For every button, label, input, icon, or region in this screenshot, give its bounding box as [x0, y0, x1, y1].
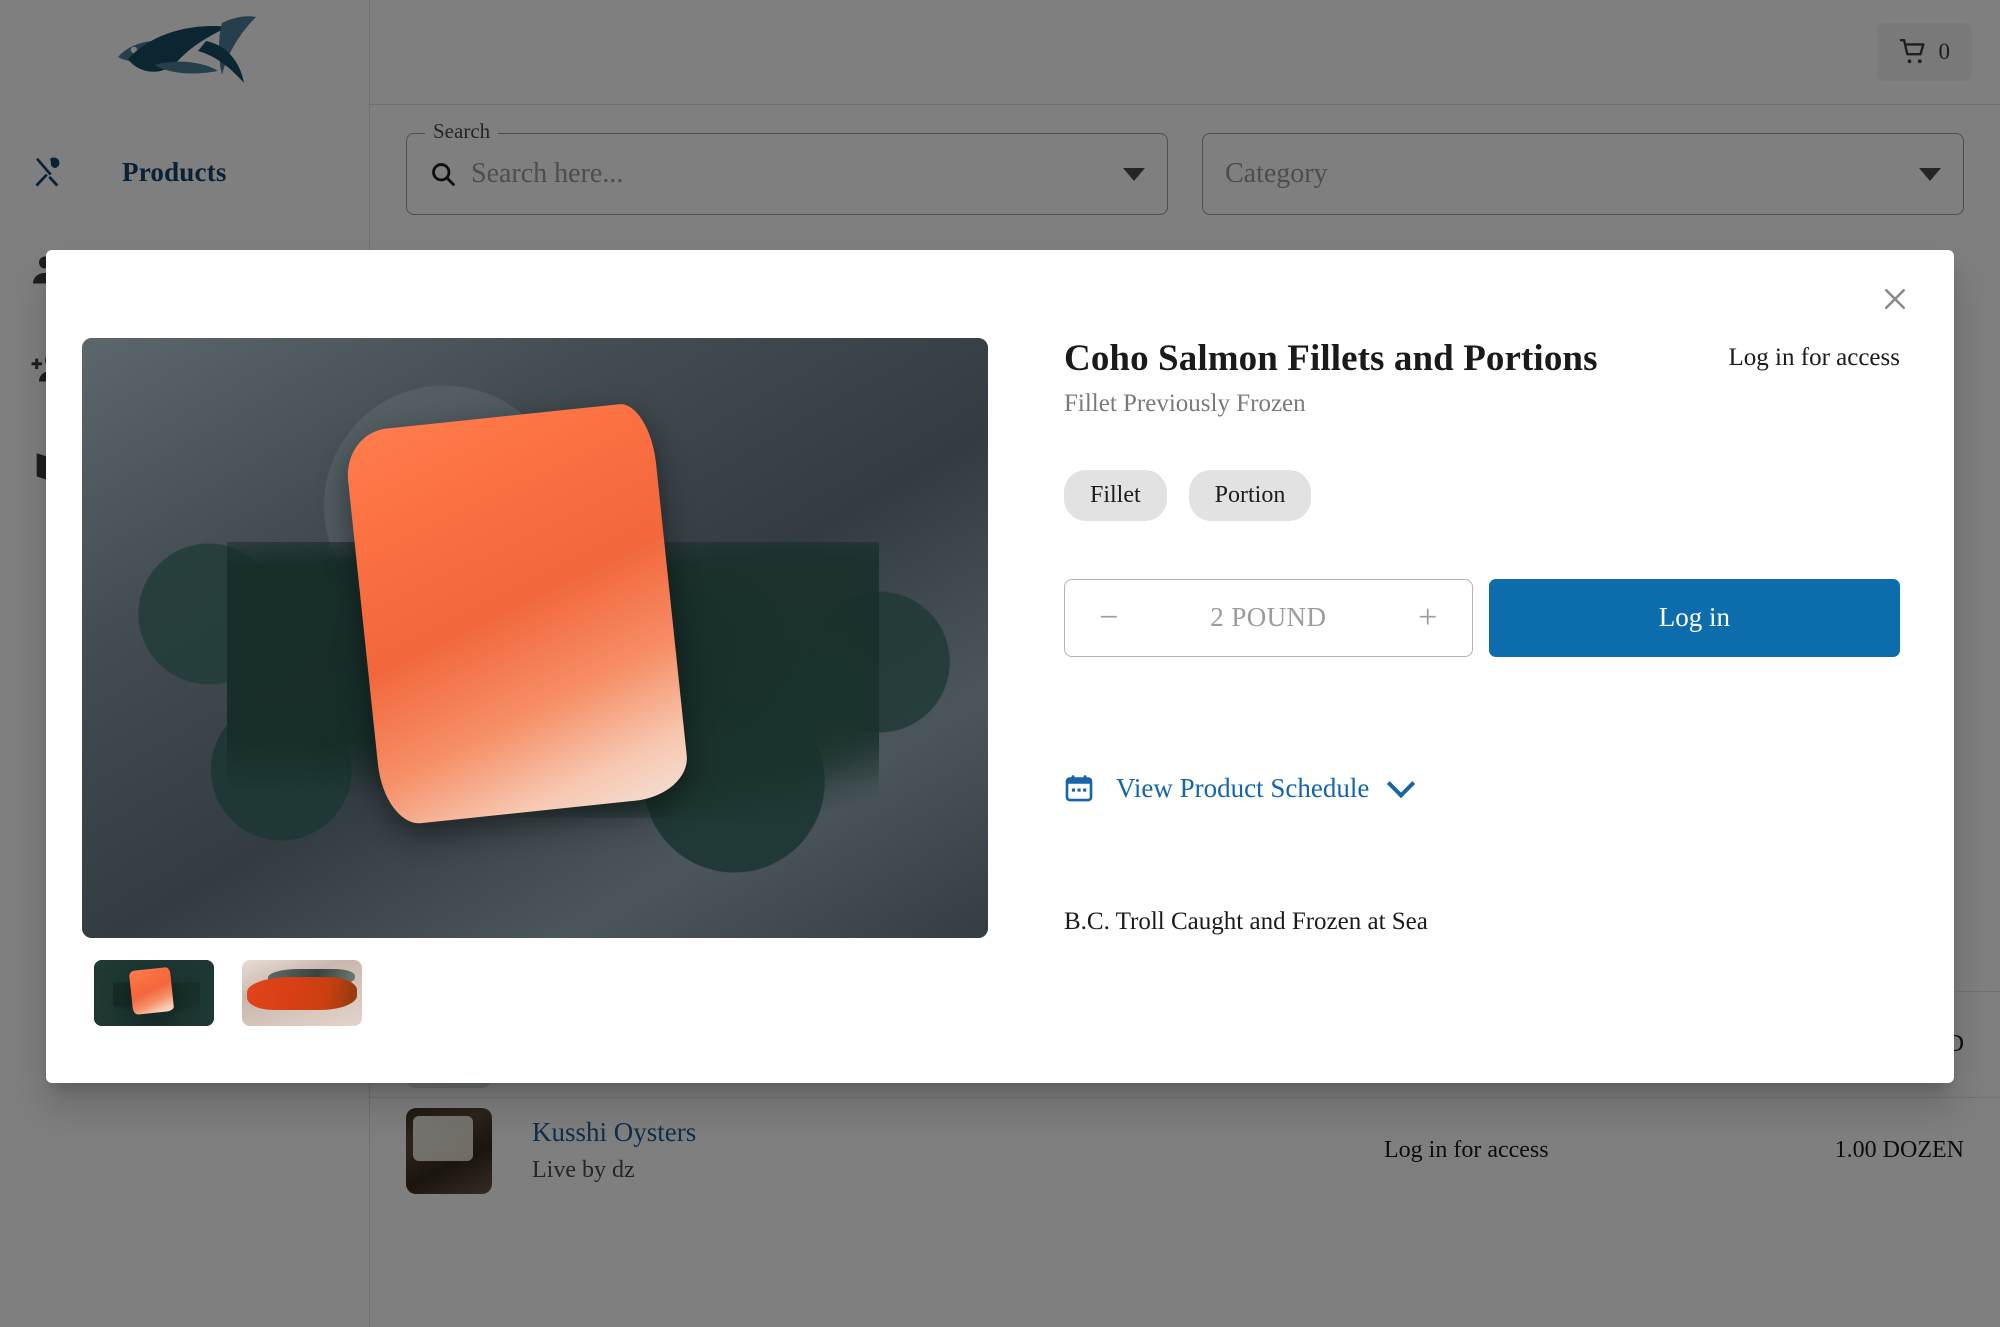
access-note: Log in for access: [1728, 344, 1900, 371]
view-product-schedule-toggle[interactable]: View Product Schedule: [1064, 770, 1416, 804]
product-details: Coho Salmon Fillets and Portions Fillet …: [988, 338, 1900, 1083]
variant-chip-group: Fillet Portion: [1064, 469, 1900, 521]
login-button[interactable]: Log in: [1488, 578, 1900, 657]
titles: Coho Salmon Fillets and Portions Fillet …: [1064, 338, 1695, 418]
page-title: Coho Salmon Fillets and Portions: [1064, 338, 1598, 379]
quantity-value: 2 POUND: [1210, 602, 1327, 633]
product-gallery: [82, 338, 988, 1083]
variant-chip-portion[interactable]: Portion: [1188, 469, 1312, 521]
product-description-text: B.C. Troll Caught and Frozen at Sea: [1064, 907, 1428, 935]
quantity-increment-button[interactable]: +: [1410, 600, 1446, 635]
thumbnail-1[interactable]: [242, 960, 362, 1026]
schedule-label: View Product Schedule: [1116, 772, 1370, 803]
product-subtitle: Fillet Previously Frozen: [1064, 389, 1306, 417]
close-icon: [1884, 288, 1906, 310]
close-button[interactable]: [1872, 276, 1918, 322]
quantity-decrement-button[interactable]: −: [1091, 600, 1127, 635]
chevron-down-icon: [1387, 770, 1416, 799]
title-row: Coho Salmon Fillets and Portions Fillet …: [1064, 338, 1900, 418]
calendar-icon: [1064, 773, 1094, 803]
quantity-stepper: − 2 POUND +: [1064, 578, 1473, 657]
product-detail-modal: Coho Salmon Fillets and Portions Fillet …: [46, 250, 1954, 1083]
thumbnail-strip: [82, 960, 988, 1026]
variant-chip-fillet[interactable]: Fillet: [1064, 469, 1167, 521]
action-row: − 2 POUND + Log in: [1064, 578, 1900, 657]
thumbnail-0[interactable]: [94, 960, 214, 1026]
product-hero-image: [82, 338, 988, 938]
modal-body: Coho Salmon Fillets and Portions Fillet …: [46, 250, 1954, 1083]
